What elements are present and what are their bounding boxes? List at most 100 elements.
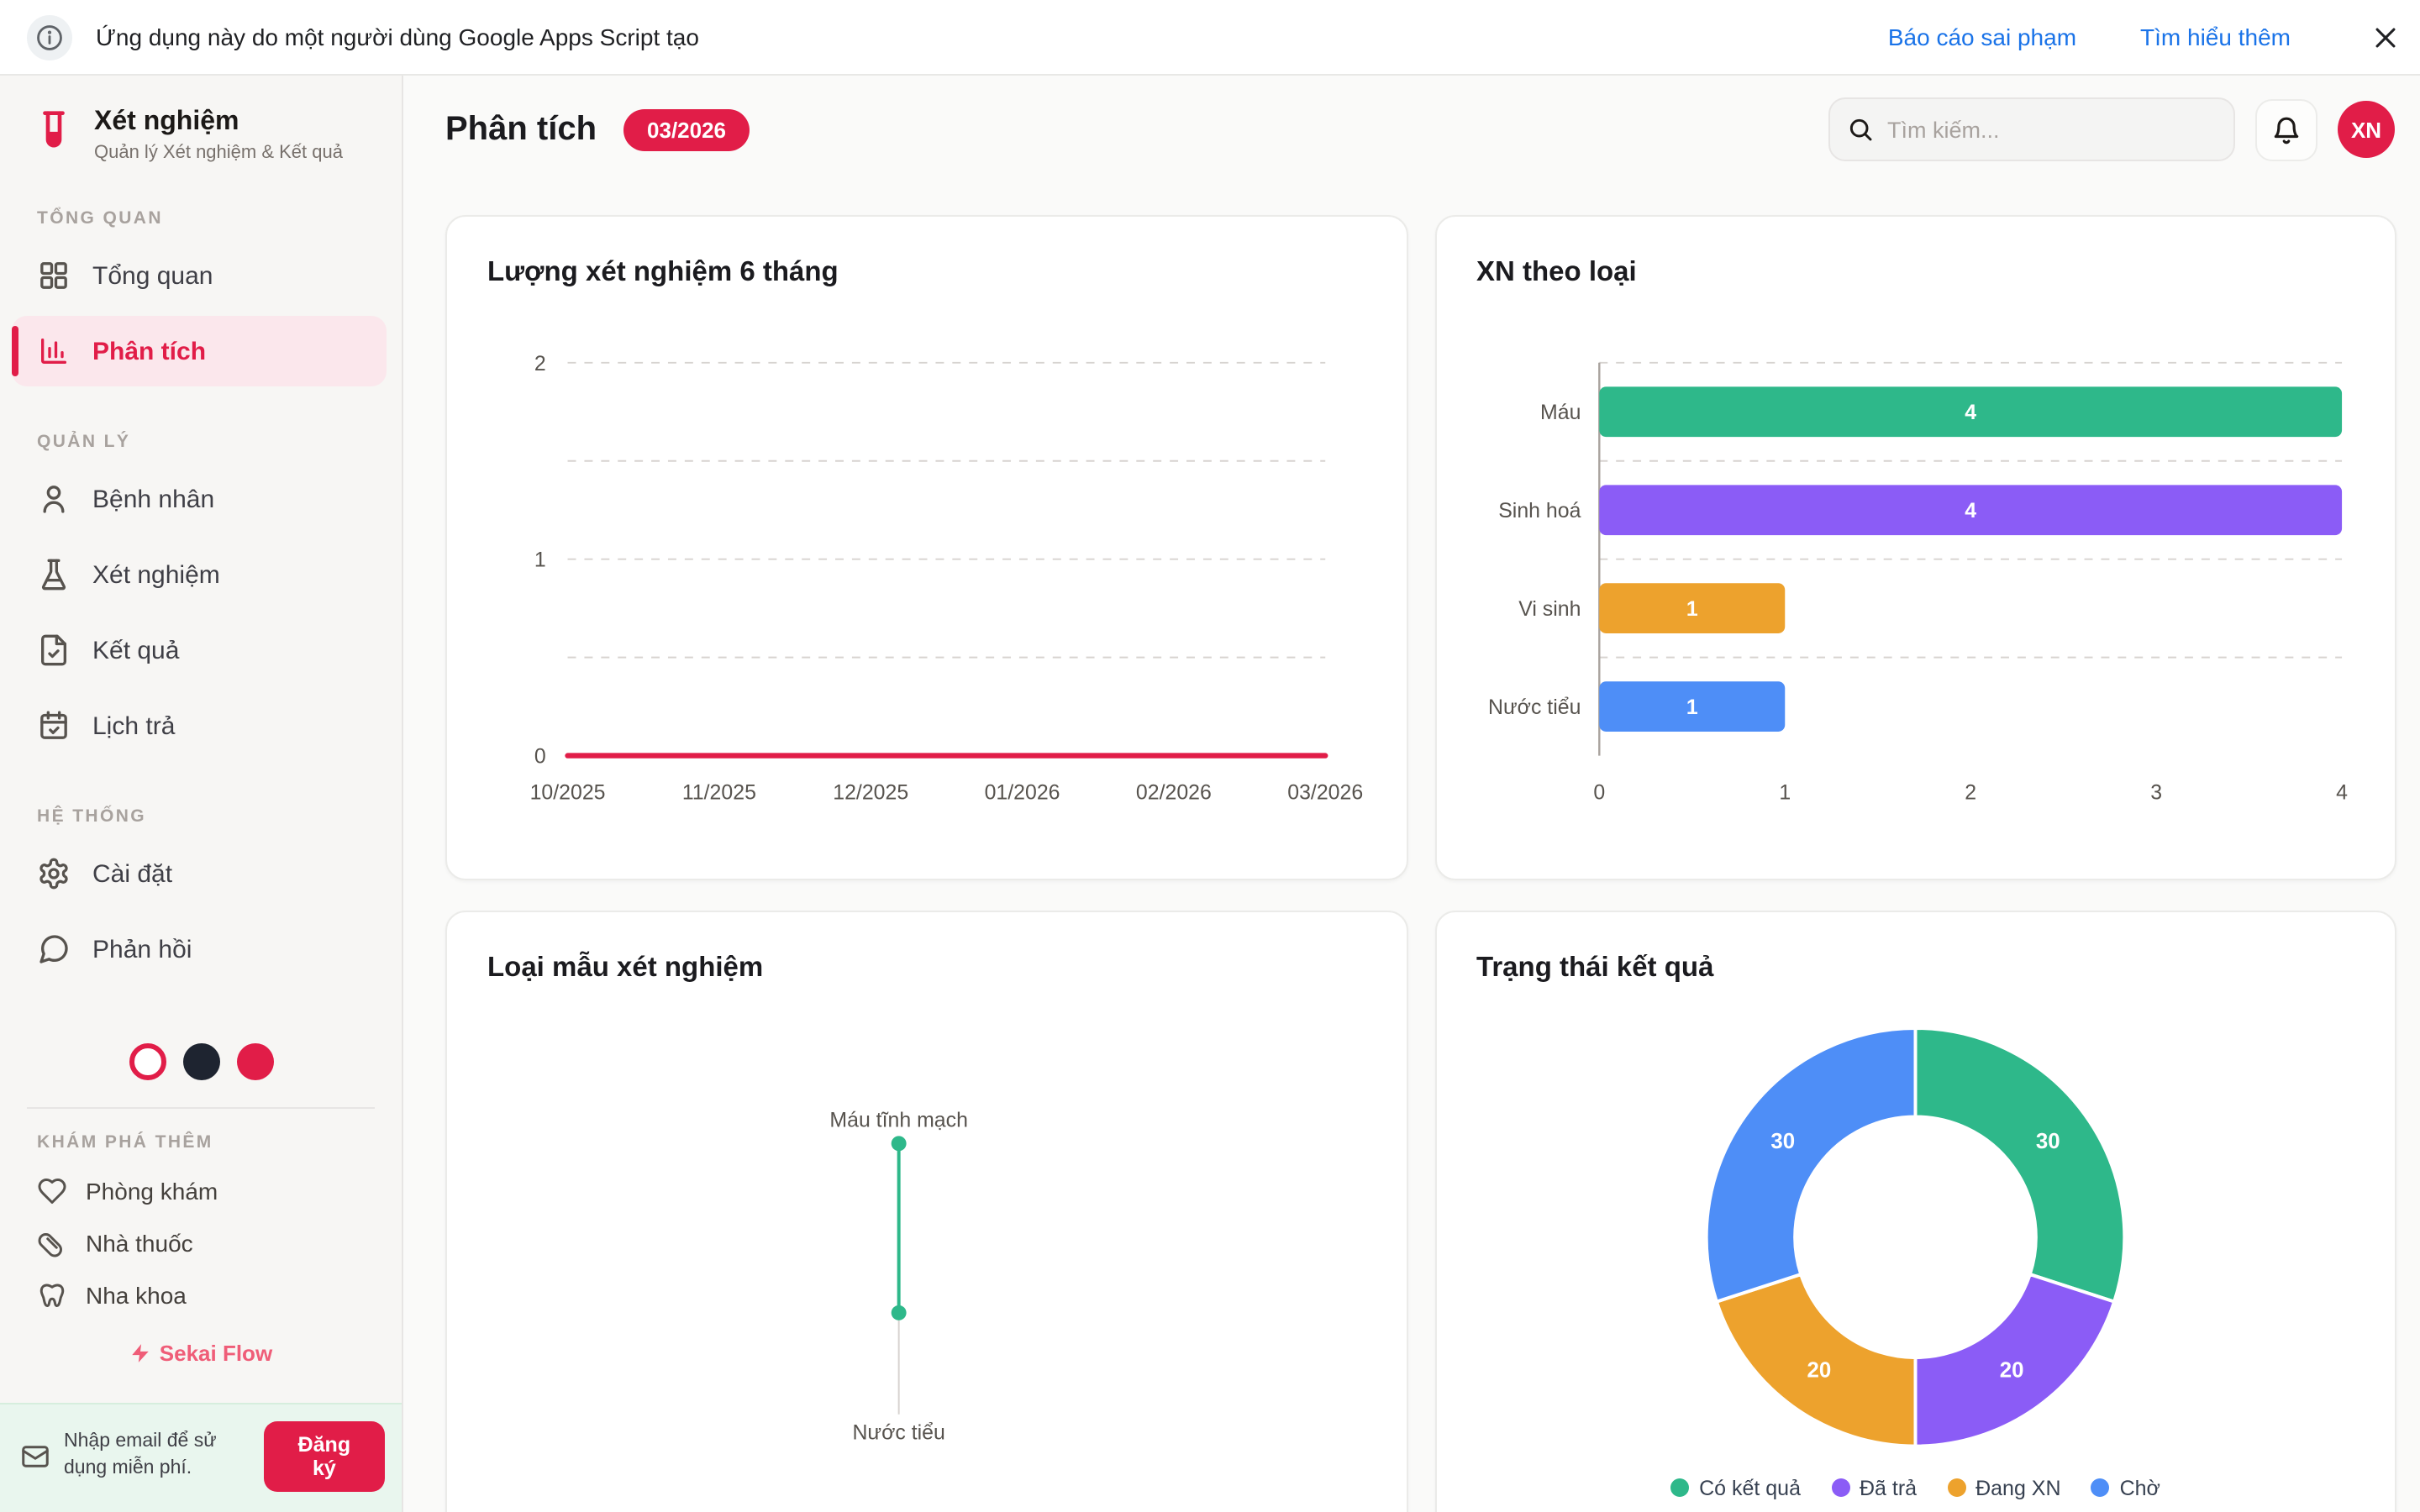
- svg-text:Nước tiểu: Nước tiểu: [1487, 696, 1580, 719]
- sidebar-item-results[interactable]: Kết quả: [12, 615, 387, 685]
- page-header: Phân tích 03/2026 XN: [403, 76, 2420, 183]
- sidebar-item-label: Phòng khám: [86, 1177, 218, 1204]
- sidebar-item-label: Cài đặt: [92, 859, 172, 888]
- theme-swatch-light[interactable]: [129, 1043, 166, 1080]
- report-abuse-link[interactable]: Báo cáo sai phạm: [1888, 24, 2076, 50]
- sidebar-item-clinic[interactable]: Phòng khám: [0, 1164, 402, 1216]
- legend-dot: [2091, 1479, 2110, 1498]
- donut-segment: [1706, 1028, 1915, 1302]
- legend-item: Có kết quả: [1670, 1477, 1801, 1500]
- svg-text:12/2025: 12/2025: [833, 780, 908, 804]
- speech-bubble-icon: [37, 932, 71, 966]
- sidebar: Xét nghiệm Quản lý Xét nghiệm & Kết quả …: [0, 76, 403, 1512]
- section-label-system: HỆ THỐNG: [37, 806, 365, 827]
- section-label-discover: KHÁM PHÁ THÊM: [37, 1132, 365, 1152]
- dashboard-grid: Lượng xét nghiệm 6 tháng 01210/202511/20…: [403, 183, 2420, 1512]
- tooth-icon: [37, 1279, 67, 1310]
- sidebar-item-patients[interactable]: Bệnh nhân: [12, 464, 387, 534]
- sidebar-item-overview[interactable]: Tổng quan: [12, 240, 387, 311]
- app-logo: Xét nghiệm Quản lý Xét nghiệm & Kết quả: [0, 106, 402, 165]
- svg-text:2: 2: [534, 352, 546, 375]
- sidebar-item-tests[interactable]: Xét nghiệm: [12, 539, 387, 610]
- card-tests-by-type: XN theo loại 4Máu4Sinh hoá1Vi sinh1Nước …: [1434, 215, 2396, 880]
- close-icon[interactable]: [2371, 23, 2400, 51]
- search-input[interactable]: [1887, 117, 2217, 142]
- svg-text:01/2026: 01/2026: [985, 780, 1060, 804]
- sidebar-item-feedback[interactable]: Phản hồi: [12, 914, 387, 984]
- learn-more-link[interactable]: Tìm hiểu thêm: [2140, 24, 2291, 50]
- svg-text:20: 20: [1999, 1359, 2023, 1383]
- legend-dot: [1831, 1479, 1849, 1498]
- email-cta-text: Nhập email để sử dụng miễn phí.: [64, 1431, 250, 1483]
- person-icon: [37, 482, 71, 516]
- sample-types-radar-chart: Máu tĩnh mạchNước tiểu: [487, 1025, 1365, 1512]
- legend-dot: [1670, 1479, 1689, 1498]
- svg-text:Máu: Máu: [1539, 401, 1580, 424]
- document-check-icon: [37, 633, 71, 667]
- sidebar-item-label: Bệnh nhân: [92, 485, 214, 513]
- sidebar-item-label: Nha khoa: [86, 1281, 187, 1308]
- svg-text:02/2026: 02/2026: [1136, 780, 1212, 804]
- legend-label: Chờ: [2120, 1477, 2160, 1500]
- bolt-icon: [129, 1342, 151, 1364]
- avatar[interactable]: XN: [2338, 101, 2395, 158]
- svg-text:30: 30: [1770, 1130, 1794, 1153]
- theme-swatch-red[interactable]: [236, 1043, 273, 1080]
- legend-dot: [1947, 1479, 1965, 1498]
- tests-by-type-bar-chart: 4Máu4Sinh hoá1Vi sinh1Nước tiểu01234: [1476, 329, 2354, 817]
- svg-text:03/2026: 03/2026: [1287, 780, 1363, 804]
- legend-label: Đã trả: [1860, 1477, 1917, 1500]
- legend-label: Có kết quả: [1699, 1477, 1801, 1500]
- search-icon: [1847, 116, 1874, 143]
- sidebar-item-label: Xét nghiệm: [92, 560, 220, 589]
- legend-item: Đã trả: [1831, 1477, 1917, 1500]
- svg-text:11/2025: 11/2025: [682, 780, 756, 804]
- calendar-check-icon: [37, 709, 71, 743]
- sidebar-item-label: Phản hồi: [92, 935, 192, 963]
- svg-text:4: 4: [2335, 780, 2347, 804]
- notifications-button[interactable]: [2255, 98, 2317, 160]
- sidebar-divider: [27, 1107, 375, 1109]
- email-signup-box: Nhập email để sử dụng miễn phí. Đăng ký: [0, 1403, 402, 1512]
- monthly-tests-line-chart: 01210/202511/202512/202501/202602/202603…: [487, 329, 1365, 817]
- svg-text:Nước tiểu: Nước tiểu: [852, 1421, 944, 1445]
- apps-script-banner: Ứng dụng này do một người dùng Google Ap…: [0, 0, 2420, 76]
- bell-icon: [2270, 113, 2302, 145]
- sidebar-item-schedule[interactable]: Lịch trả: [12, 690, 387, 761]
- svg-text:1: 1: [534, 549, 546, 572]
- sidebar-item-settings[interactable]: Cài đặt: [12, 838, 387, 909]
- theme-swatch-dark[interactable]: [182, 1043, 219, 1080]
- sidebar-item-dental[interactable]: Nha khoa: [0, 1268, 402, 1320]
- sidebar-item-label: Nhà thuốc: [86, 1229, 193, 1256]
- card-title: Lượng xét nghiệm 6 tháng: [487, 257, 1365, 289]
- card-result-status: Trạng thái kết quả 30202030 Có kết quảĐã…: [1434, 911, 2396, 1512]
- legend-label: Đang XN: [1975, 1477, 2060, 1500]
- svg-text:0: 0: [534, 745, 546, 769]
- sidebar-item-label: Kết quả: [92, 636, 179, 664]
- envelope-icon: [20, 1441, 50, 1472]
- card-sample-types: Loại mẫu xét nghiệm Máu tĩnh mạchNước ti…: [445, 911, 1407, 1512]
- result-status-donut-chart: 30202030: [1476, 1025, 2354, 1453]
- card-monthly-tests: Lượng xét nghiệm 6 tháng 01210/202511/20…: [445, 215, 1407, 880]
- sidebar-item-analytics[interactable]: Phân tích: [12, 316, 387, 386]
- svg-text:Vi sinh: Vi sinh: [1518, 597, 1580, 621]
- svg-text:1: 1: [1778, 780, 1790, 804]
- heart-icon: [37, 1175, 67, 1205]
- app-window: Ứng dụng này do một người dùng Google Ap…: [0, 0, 2420, 1512]
- svg-text:0: 0: [1592, 780, 1604, 804]
- pill-icon: [37, 1227, 67, 1257]
- legend-item: Đang XN: [1947, 1477, 2060, 1500]
- grid-icon: [37, 259, 71, 292]
- page-title: Phân tích: [445, 110, 597, 149]
- card-title: XN theo loại: [1476, 257, 2354, 289]
- banner-message: Ứng dụng này do một người dùng Google Ap…: [96, 24, 699, 50]
- sidebar-item-pharmacy[interactable]: Nhà thuốc: [0, 1216, 402, 1268]
- legend-item: Chờ: [2091, 1477, 2160, 1500]
- sidebar-item-label: Tổng quan: [92, 261, 213, 290]
- signup-button[interactable]: Đăng ký: [264, 1421, 385, 1492]
- period-badge: 03/2026: [623, 108, 750, 150]
- theme-swatches: [0, 1043, 402, 1080]
- flask-icon: [37, 558, 71, 591]
- brand-name: Sekai Flow: [160, 1341, 272, 1366]
- svg-text:3: 3: [2149, 780, 2161, 804]
